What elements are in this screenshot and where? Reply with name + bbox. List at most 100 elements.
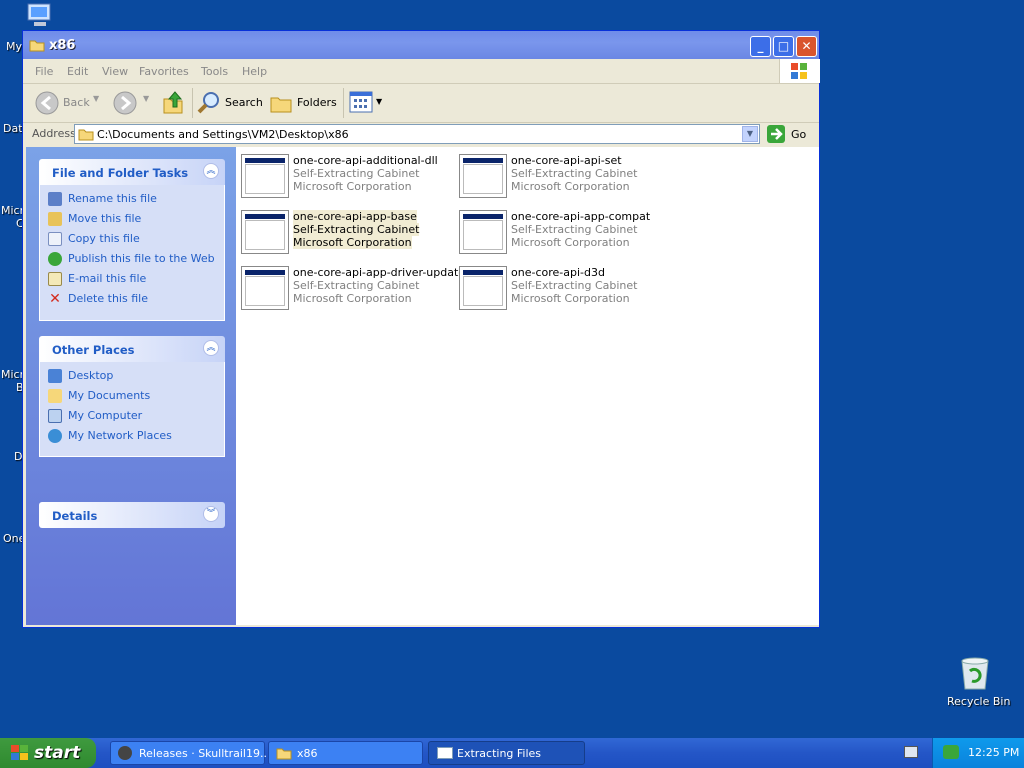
file-tasks-header[interactable]: File and Folder Tasks ︽ — [39, 159, 225, 185]
up-folder-button[interactable] — [161, 89, 187, 117]
up-folder-icon — [163, 91, 183, 114]
cabinet-file-icon — [459, 210, 507, 254]
task-copy[interactable]: Copy this file — [48, 232, 140, 246]
task-label: E-mail this file — [68, 272, 147, 285]
move-icon — [48, 212, 62, 226]
file-type: Self-Extracting Cabinet — [511, 279, 638, 292]
system-tray: 12:25 PM — [932, 738, 1024, 768]
place-label: My Computer — [68, 409, 143, 422]
task-label: Rename this file — [68, 192, 157, 205]
start-button[interactable]: start — [0, 738, 96, 768]
file-item[interactable]: one-core-api-api-set Self-Extracting Cab… — [459, 154, 674, 204]
collapse-chevron-icon[interactable]: ︽ — [203, 340, 219, 356]
views-button[interactable]: ▼ — [349, 91, 385, 115]
place-my-computer[interactable]: My Computer — [48, 409, 142, 423]
file-type: Self-Extracting Cabinet — [293, 279, 420, 292]
file-item[interactable]: one-core-api-d3d Self-Extracting Cabinet… — [459, 266, 674, 316]
search-icon — [197, 92, 219, 114]
task-pane: File and Folder Tasks ︽ Rename this file… — [26, 147, 236, 625]
collapse-chevron-icon[interactable]: ︽ — [203, 163, 219, 179]
place-my-documents[interactable]: My Documents — [48, 389, 150, 403]
menu-favorites[interactable]: Favorites — [139, 65, 189, 78]
task-label: Delete this file — [68, 292, 148, 305]
address-label: Address — [32, 127, 76, 140]
clock[interactable]: 12:25 PM — [968, 746, 1019, 759]
file-company: Microsoft Corporation — [511, 292, 630, 305]
folders-button[interactable]: Folders — [269, 90, 339, 116]
rename-icon — [48, 192, 62, 206]
task-delete[interactable]: ✕ Delete this file — [48, 292, 148, 306]
windows-flag-icon — [11, 745, 28, 760]
menu-edit[interactable]: Edit — [67, 65, 88, 78]
network-tray-icon[interactable] — [943, 745, 959, 759]
minimize-button[interactable]: _ — [750, 36, 771, 57]
close-button[interactable]: ✕ — [796, 36, 817, 57]
file-list: one-core-api-additional-dll Self-Extract… — [236, 147, 819, 625]
views-icon — [349, 91, 373, 113]
file-company: Microsoft Corporation — [293, 236, 412, 249]
task-move[interactable]: Move this file — [48, 212, 141, 226]
expand-chevron-icon[interactable]: ︾ — [203, 506, 219, 522]
file-item[interactable]: one-core-api-app-driver-update Self-Extr… — [241, 266, 465, 316]
file-item[interactable]: one-core-api-app-compat Self-Extracting … — [459, 210, 674, 260]
forward-button[interactable]: ▼ — [113, 90, 153, 116]
file-name: one-core-api-d3d — [511, 266, 605, 279]
cabinet-file-icon — [241, 266, 289, 310]
place-desktop[interactable]: Desktop — [48, 369, 113, 383]
file-type: Self-Extracting Cabinet — [293, 223, 420, 236]
file-type: Self-Extracting Cabinet — [293, 167, 420, 180]
menu-bar: File Edit View Favorites Tools Help — [23, 59, 820, 84]
taskbar-item-explorer[interactable]: x86 — [268, 741, 423, 765]
back-button[interactable]: Back ▼ — [33, 90, 99, 116]
file-name: one-core-api-additional-dll — [293, 154, 438, 167]
other-places-title: Other Places — [52, 343, 135, 357]
computer-icon — [27, 3, 51, 26]
search-button[interactable]: Search — [197, 90, 263, 116]
details-title: Details — [52, 509, 98, 523]
task-email[interactable]: E-mail this file — [48, 272, 146, 286]
toolbar-separator — [192, 88, 193, 118]
taskbar-item-browser[interactable]: Releases · Skulltrail19... — [110, 741, 270, 765]
back-arrow-icon — [35, 91, 59, 115]
maximize-button[interactable]: □ — [773, 36, 794, 57]
recycle-bin-label: Recycle Bin — [947, 695, 1011, 708]
windows-logo-icon — [779, 59, 820, 83]
globe-icon — [48, 252, 62, 266]
file-item[interactable]: one-core-api-additional-dll Self-Extract… — [241, 154, 456, 204]
file-company: Microsoft Corporation — [511, 236, 630, 249]
forward-dropdown-icon[interactable]: ▼ — [143, 94, 149, 103]
task-label: Move this file — [68, 212, 142, 225]
address-value: C:\Documents and Settings\VM2\Desktop\x8… — [97, 128, 349, 141]
folder-icon — [276, 748, 292, 760]
my-computer-icon — [48, 409, 62, 423]
task-label: Copy this file — [68, 232, 140, 245]
title-bar[interactable]: x86 _ □ ✕ — [23, 31, 819, 59]
menu-file[interactable]: File — [35, 65, 53, 78]
address-input[interactable]: C:\Documents and Settings\VM2\Desktop\x8… — [74, 124, 760, 144]
menu-view[interactable]: View — [102, 65, 128, 78]
address-dropdown-button[interactable]: ▼ — [742, 126, 758, 142]
copy-icon — [48, 232, 62, 246]
place-my-network[interactable]: My Network Places — [48, 429, 172, 443]
toolbar: Back ▼ ▼ Search Folders ▼ — [23, 84, 819, 123]
go-label: Go — [791, 128, 807, 141]
file-item-selected[interactable]: one-core-api-app-base Self-Extracting Ca… — [241, 210, 456, 260]
folder-icon — [29, 40, 45, 52]
place-label: Desktop — [68, 369, 114, 382]
desktop-icon-recycle-bin[interactable]: Recycle Bin — [940, 655, 1010, 710]
address-bar: Address C:\Documents and Settings\VM2\De… — [23, 123, 819, 146]
taskbar-item-extracting[interactable]: Extracting Files — [428, 741, 585, 765]
menu-help[interactable]: Help — [242, 65, 267, 78]
desktop-icon-my-computer[interactable] — [24, 2, 56, 30]
file-company: Microsoft Corporation — [293, 292, 412, 305]
task-rename[interactable]: Rename this file — [48, 192, 157, 206]
back-dropdown-icon[interactable]: ▼ — [93, 94, 99, 103]
keyboard-icon[interactable] — [904, 746, 918, 758]
details-header[interactable]: Details ︾ — [39, 502, 225, 528]
email-icon — [48, 272, 62, 286]
task-publish[interactable]: Publish this file to the Web — [48, 252, 215, 266]
other-places-header[interactable]: Other Places ︽ — [39, 336, 225, 362]
folders-label: Folders — [297, 96, 337, 109]
menu-tools[interactable]: Tools — [201, 65, 228, 78]
go-button[interactable]: Go — [767, 124, 811, 144]
